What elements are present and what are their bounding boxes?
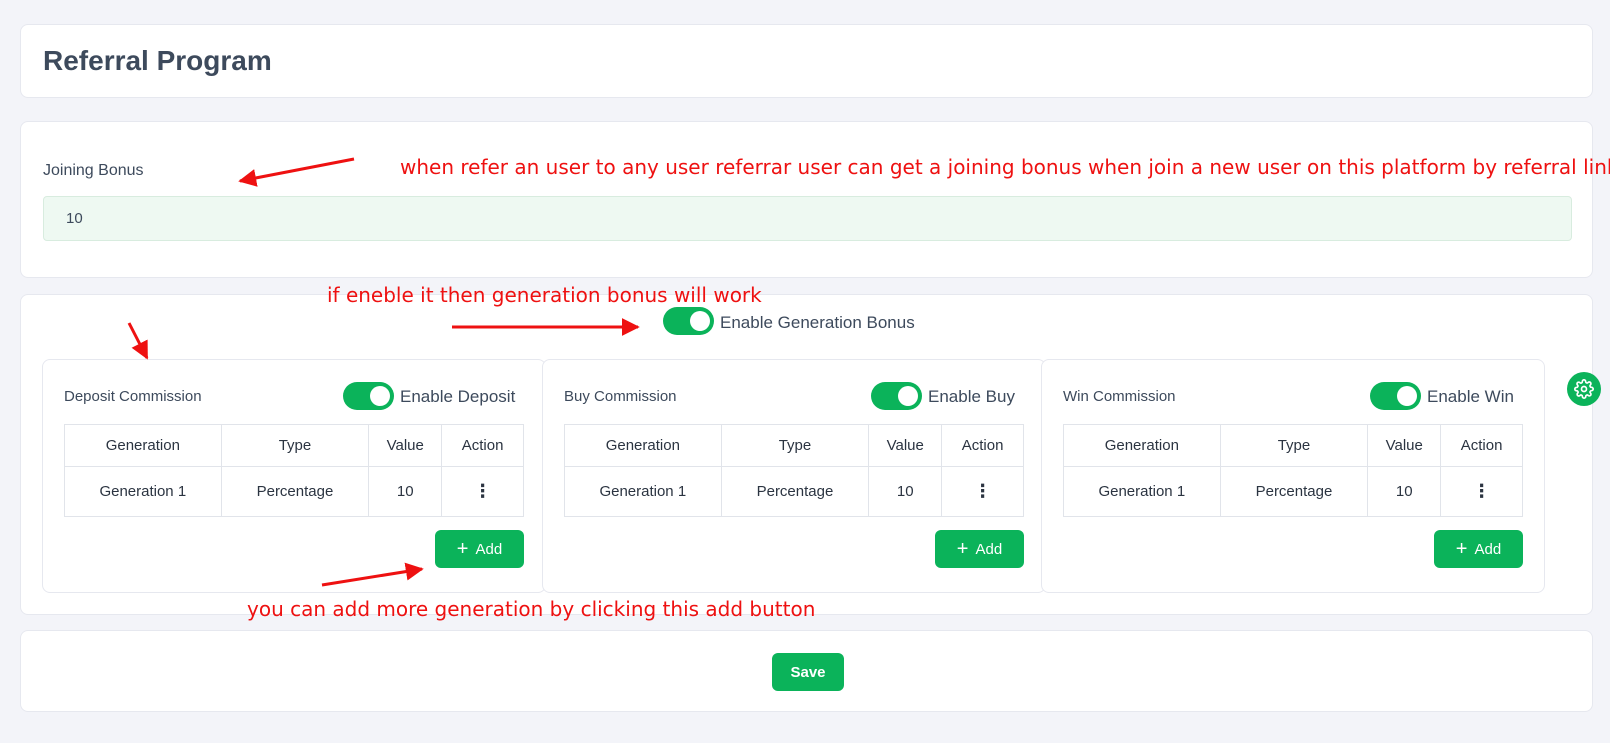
- action-cell: ⋮: [941, 466, 1024, 517]
- add-win-generation-button[interactable]: + Add: [1434, 530, 1523, 568]
- enable-buy-toggle[interactable]: [871, 382, 922, 410]
- toggle-knob: [1397, 386, 1417, 406]
- generation-cell: Generation 1: [564, 466, 722, 517]
- page-title: Referral Program: [43, 45, 272, 76]
- enable-win-toggle[interactable]: [1370, 382, 1421, 410]
- kebab-menu-icon[interactable]: ⋮: [474, 481, 492, 501]
- generation-cell: Generation 1: [64, 466, 222, 517]
- table-header-row: Generation Type Value Action: [1063, 424, 1523, 467]
- win-commission-panel: Win Commission Enable Win Generation Typ…: [1041, 359, 1545, 593]
- table-row: Generation 1 Percentage 10 ⋮: [1063, 466, 1523, 517]
- joining-bonus-input[interactable]: [43, 196, 1572, 241]
- column-header-value: Value: [368, 424, 443, 467]
- value-cell: 10: [368, 466, 443, 517]
- column-header-generation: Generation: [1063, 424, 1221, 467]
- column-header-generation: Generation: [564, 424, 722, 467]
- column-header-type: Type: [720, 424, 870, 467]
- save-button[interactable]: Save: [772, 653, 844, 691]
- add-buy-generation-button[interactable]: + Add: [935, 530, 1024, 568]
- enable-deposit-toggle[interactable]: [343, 382, 394, 410]
- toggle-knob: [898, 386, 918, 406]
- enable-win-label: Enable Win: [1427, 387, 1514, 406]
- deposit-generation-table: Generation Type Value Action Generation …: [64, 424, 524, 517]
- page-header-card: Referral Program: [20, 24, 1593, 98]
- plus-icon: +: [956, 538, 969, 560]
- win-commission-title: Win Commission: [1063, 388, 1176, 405]
- action-cell: ⋮: [441, 466, 524, 517]
- add-button-label: Add: [1474, 540, 1502, 558]
- table-row: Generation 1 Percentage 10 ⋮: [564, 466, 1024, 517]
- kebab-menu-icon[interactable]: ⋮: [1473, 481, 1491, 501]
- enable-generation-toggle[interactable]: [663, 307, 714, 335]
- enable-buy-label: Enable Buy: [928, 387, 1015, 406]
- value-cell: 10: [868, 466, 943, 517]
- table-row: Generation 1 Percentage 10 ⋮: [64, 466, 524, 517]
- add-button-label: Add: [975, 540, 1003, 558]
- gear-icon[interactable]: [1567, 372, 1601, 406]
- plus-icon: +: [456, 538, 469, 560]
- enable-generation-label: Enable Generation Bonus: [720, 313, 915, 332]
- column-header-action: Action: [941, 424, 1024, 467]
- buy-generation-table: Generation Type Value Action Generation …: [564, 424, 1024, 517]
- value-cell: 10: [1367, 466, 1442, 517]
- plus-icon: +: [1455, 538, 1468, 560]
- column-header-value: Value: [1367, 424, 1442, 467]
- column-header-action: Action: [441, 424, 524, 467]
- buy-commission-title: Buy Commission: [564, 388, 677, 405]
- enable-deposit-label: Enable Deposit: [400, 387, 516, 406]
- generation-bonus-card: Enable Generation Bonus Deposit Commissi…: [20, 294, 1593, 615]
- type-cell: Percentage: [720, 466, 870, 517]
- kebab-menu-icon[interactable]: ⋮: [974, 481, 992, 501]
- generation-cell: Generation 1: [1063, 466, 1221, 517]
- table-header-row: Generation Type Value Action: [64, 424, 524, 467]
- win-generation-table: Generation Type Value Action Generation …: [1063, 424, 1523, 517]
- add-button-label: Add: [475, 540, 503, 558]
- annotation-joining-bonus: when refer an user to any user referrar …: [400, 155, 1610, 179]
- joining-bonus-card: Joining Bonus: [20, 121, 1593, 278]
- deposit-commission-panel: Deposit Commission Enable Deposit Genera…: [42, 359, 546, 593]
- toggle-knob: [690, 311, 710, 331]
- save-card: Save: [20, 630, 1593, 712]
- annotation-add-button: you can add more generation by clicking …: [247, 597, 816, 621]
- buy-commission-panel: Buy Commission Enable Buy Generation Typ…: [542, 359, 1046, 593]
- column-header-generation: Generation: [64, 424, 222, 467]
- add-deposit-generation-button[interactable]: + Add: [435, 530, 524, 568]
- action-cell: ⋮: [1440, 466, 1523, 517]
- joining-bonus-label: Joining Bonus: [43, 162, 144, 179]
- type-cell: Percentage: [1219, 466, 1369, 517]
- annotation-enable-generation: if eneble it then generation bonus will …: [327, 283, 762, 307]
- column-header-value: Value: [868, 424, 943, 467]
- deposit-commission-title: Deposit Commission: [64, 388, 202, 405]
- toggle-knob: [370, 386, 390, 406]
- column-header-type: Type: [220, 424, 370, 467]
- type-cell: Percentage: [220, 466, 370, 517]
- table-header-row: Generation Type Value Action: [564, 424, 1024, 467]
- column-header-action: Action: [1440, 424, 1523, 467]
- column-header-type: Type: [1219, 424, 1369, 467]
